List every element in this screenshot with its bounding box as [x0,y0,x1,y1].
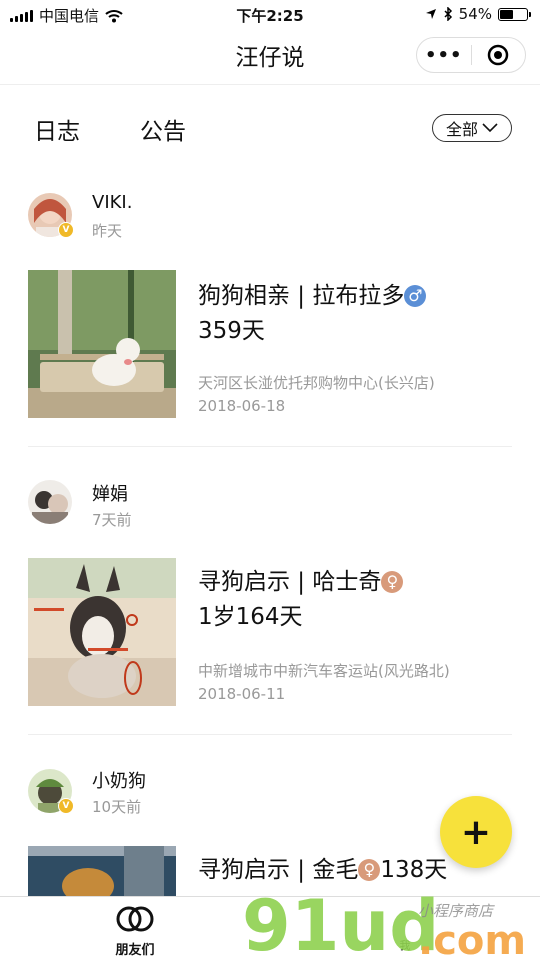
male-icon: ♂ [404,285,427,307]
svg-text:.com: .com [418,918,526,960]
chevron-down-icon [482,123,498,133]
filter-dropdown[interactable]: 全部 [432,114,512,142]
dog-age: 359天 [198,318,265,344]
post-title: 寻狗启示 | 金毛 ♀ 138天 [198,850,447,884]
tab-friends[interactable]: 朋友们 [100,905,170,958]
post-time: 昨天 [92,222,123,240]
username: 婵娟 [92,484,128,505]
target-icon[interactable] [471,43,525,67]
female-icon: ♀ [381,571,404,593]
dog-age: 1岁164天 [198,604,303,630]
watermark-logo: 91ud .com 小程序商店 [242,884,532,964]
post-address: 天河区长湴优托邦购物中心(长兴店) [198,374,435,392]
svg-text:小程序商店: 小程序商店 [418,902,495,920]
mini-program-capsule: ••• [416,37,526,73]
friends-icon [116,906,154,932]
more-dots-icon[interactable]: ••• [417,45,471,66]
battery-icon [498,7,531,21]
post-time: 7天前 [92,511,132,529]
post-title-text: 寻狗启示 | 哈士奇 [198,569,382,595]
tab-friends-label: 朋友们 [115,943,155,958]
post-date: 2018-06-18 [198,397,286,415]
pet-photo[interactable] [28,558,176,706]
svg-text:91ud: 91ud [242,885,439,960]
pet-photo[interactable] [28,846,176,896]
verified-badge-icon: V [58,222,74,238]
divider [28,734,512,735]
status-right: 54% [425,5,531,23]
post-title: 狗狗相亲 | 拉布拉多 ♂ [198,276,427,310]
verified-badge-icon: V [58,798,74,814]
battery-percent: 54% [458,5,492,23]
post-address: 中新增城市中新汽车客运站(风光路北) [198,662,450,680]
filter-label: 全部 [445,120,478,139]
tab-notice[interactable]: 公告 [140,112,186,146]
post-title-text: 寻狗启示 | 金毛 [198,857,359,883]
avatar[interactable] [28,480,72,524]
bluetooth-icon [444,7,452,21]
post-date: 2018-06-11 [198,685,286,703]
username: VIKI. [92,192,133,213]
battery-fill [500,9,513,19]
pet-photo[interactable] [28,270,176,418]
dog-age: 138天 [380,857,448,883]
post-time: 10天前 [92,798,142,816]
post-title-text: 狗狗相亲 | 拉布拉多 [198,283,405,309]
plus-icon: + [460,811,492,853]
location-icon [425,9,436,19]
female-icon: ♀ [358,859,381,881]
username: 小奶狗 [92,771,146,792]
status-bar: 中国电信 下午2:25 54% [0,0,540,28]
post-title: 寻狗启示 | 哈士奇 ♀ [198,562,404,596]
tab-diary[interactable]: 日志 [34,112,80,146]
add-post-button[interactable]: + [440,796,512,868]
tab-bar-top: 日志 公告 全部 [0,104,540,154]
nav-bar: 汪仔说 ••• [0,28,540,85]
divider [28,446,512,447]
